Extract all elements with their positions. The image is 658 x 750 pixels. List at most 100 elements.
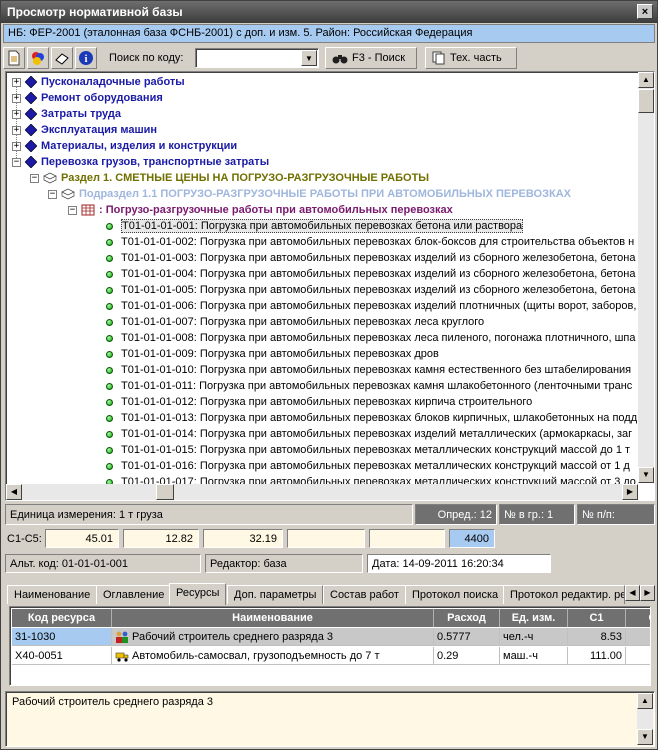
tree-horizontal-scrollbar[interactable]: ◀ ▶ [6, 484, 638, 500]
expand-icon[interactable]: + [12, 77, 21, 87]
category-diamond-icon [25, 140, 37, 152]
cell-unit[interactable]: маш.-ч [500, 647, 568, 665]
cell-text: Автомобиль-самосвал, грузоподъемность до… [132, 650, 380, 662]
cell-code[interactable]: Х40-0051 [12, 647, 112, 665]
tree-norm-item[interactable]: Т01-01-01-011: Погрузка при автомобильны… [106, 378, 632, 394]
expand-icon[interactable]: + [12, 141, 21, 151]
cell-c2[interactable] [626, 628, 650, 646]
cell-c2[interactable]: 11.60 [626, 647, 650, 665]
tree-category[interactable]: + Эксплуатация машин [12, 122, 157, 138]
info-button[interactable]: i [75, 47, 97, 69]
col-c1[interactable]: С1 [568, 609, 626, 627]
tab-left-icon[interactable]: ◀ [625, 585, 640, 601]
green-dot-icon [106, 222, 113, 230]
col-resource-name[interactable]: Наименование [112, 609, 434, 627]
tree-norm-item[interactable]: Т01-01-01-001: Погрузка при автомобильны… [106, 218, 524, 234]
tab-edit-log[interactable]: Протокол редактир. ре [503, 585, 625, 604]
tree-category[interactable]: + Пусконаладочные работы [12, 74, 185, 90]
vertical-scroll-thumb[interactable] [638, 89, 654, 113]
norm-tree[interactable]: + Пусконаладочные работы + Ремонт оборудова… [5, 71, 655, 501]
tab-search-log[interactable]: Протокол поиска [405, 585, 506, 604]
tab-resources[interactable]: Ресурсы [169, 583, 227, 605]
tree-norm-item[interactable]: Т01-01-01-016: Погрузка при автомобильны… [106, 458, 630, 474]
expand-icon[interactable]: + [12, 125, 21, 135]
collapse-icon[interactable]: − [30, 173, 39, 183]
tech-part-button[interactable]: Тех. часть [425, 47, 517, 69]
section-book-icon [43, 172, 57, 184]
tab-extra-params[interactable]: Доп. параметры [227, 585, 324, 604]
document-button[interactable] [3, 47, 25, 69]
info-icon: i [79, 51, 93, 65]
tree-norm-item[interactable]: Т01-01-01-005: Погрузка при автомобильны… [106, 282, 635, 298]
tree-vertical-scrollbar[interactable]: ▲ ▼ [638, 72, 654, 483]
chevron-down-icon[interactable]: ▼ [301, 50, 317, 66]
resource-notes[interactable]: Рабочий строитель среднего разряда 3 ▲ ▼ [5, 691, 655, 747]
tree-section[interactable]: − Раздел 1. СМЕТНЫЕ ЦЕНЫ НА ПОГРУЗО-РАЗГР… [30, 170, 429, 186]
tree-group[interactable]: −: Погрузо-разгрузочные работы при автом… [68, 202, 453, 218]
cell-c1[interactable]: 8.53 [568, 628, 626, 646]
tree-norm-item[interactable]: Т01-01-01-004: Погрузка при автомобильны… [106, 266, 635, 282]
collapse-icon[interactable]: − [68, 205, 77, 215]
notes-scroll-down-icon[interactable]: ▼ [637, 729, 653, 745]
scroll-right-icon[interactable]: ▶ [622, 484, 638, 500]
collapse-icon[interactable]: − [48, 189, 57, 199]
tab-name[interactable]: Наименование [7, 585, 98, 604]
tree-category[interactable]: − Перевозка грузов, транспортные затраты [12, 154, 269, 170]
horizontal-scroll-thumb[interactable] [156, 484, 174, 500]
norm-item-label: Т01-01-01-016: Погрузка при автомобильны… [121, 460, 630, 472]
col-consumption[interactable]: Расход [434, 609, 500, 627]
tree-norm-item[interactable]: Т01-01-01-012: Погрузка при автомобильны… [106, 394, 532, 410]
subsection-label: Подраздел 1.1 ПОГРУЗО-РАЗГРУЗОЧНЫЕ РАБОТ… [79, 188, 571, 200]
f3-search-button[interactable]: F3 - Поиск [325, 47, 417, 69]
scroll-left-icon[interactable]: ◀ [6, 484, 22, 500]
cell-qty[interactable]: 0.5777 [434, 628, 500, 646]
tree-category[interactable]: + Ремонт оборудования [12, 90, 163, 106]
cell-name[interactable]: Автомобиль-самосвал, грузоподъемность до… [112, 647, 434, 665]
tab-scroll: ◀ ▶ [625, 585, 655, 601]
norm-item-label: Т01-01-01-006: Погрузка при автомобильны… [121, 300, 637, 312]
tab-strip: Наименование Оглавление Ресурсы Доп. пар… [5, 583, 655, 605]
palette-button[interactable] [27, 47, 49, 69]
notes-scrollbar[interactable]: ▲ ▼ [637, 693, 653, 745]
resources-grid[interactable]: Код ресурса Наименование Расход Ед. изм.… [9, 606, 651, 686]
tree-norm-item[interactable]: Т01-01-01-013: Погрузка при автомобильны… [106, 410, 637, 426]
collapse-icon[interactable]: − [12, 157, 21, 167]
tab-work-composition[interactable]: Состав работ [323, 585, 406, 604]
cell-unit[interactable]: чел.-ч [500, 628, 568, 646]
tree-norm-item[interactable]: Т01-01-01-014: Погрузка при автомобильны… [106, 426, 632, 442]
category-diamond-icon [25, 156, 37, 168]
col-resource-code[interactable]: Код ресурса [12, 609, 112, 627]
expand-icon[interactable]: + [12, 93, 21, 103]
tree-norm-item[interactable]: Т01-01-01-007: Погрузка при автомобильны… [106, 314, 484, 330]
truck-icon [115, 652, 129, 662]
eraser-button[interactable] [51, 47, 73, 69]
tree-category[interactable]: + Материалы, изделия и конструкции [12, 138, 237, 154]
cell-c1[interactable]: 111.00 [568, 647, 626, 665]
notes-scroll-up-icon[interactable]: ▲ [637, 693, 653, 709]
tree-norm-item[interactable]: Т01-01-01-006: Погрузка при автомобильны… [106, 298, 636, 314]
tab-contents[interactable]: Оглавление [96, 585, 172, 604]
expand-icon[interactable]: + [12, 109, 21, 119]
green-dot-icon [106, 286, 113, 294]
tree-norm-item[interactable]: Т01-01-01-009: Погрузка при автомобильны… [106, 346, 439, 362]
tree-norm-item[interactable]: Т01-01-01-002: Погрузка при автомобильны… [106, 234, 634, 250]
cell-qty[interactable]: 0.29 [434, 647, 500, 665]
tree-category[interactable]: + Затраты труда [12, 106, 121, 122]
col-unit[interactable]: Ед. изм. [500, 609, 568, 627]
tree-norm-item[interactable]: Т01-01-01-010: Погрузка при автомобильны… [106, 362, 631, 378]
cell-code[interactable]: 31-1030 [12, 628, 112, 646]
scroll-down-icon[interactable]: ▼ [638, 467, 654, 483]
norm-item-label: Т01-01-01-011: Погрузка при автомобильны… [121, 380, 633, 392]
tree-subsection[interactable]: − Подраздел 1.1 ПОГРУЗО-РАЗГРУЗОЧНЫЕ РАБО… [48, 186, 571, 202]
scroll-up-icon[interactable]: ▲ [638, 72, 654, 88]
col-c2[interactable]: С2 [626, 609, 650, 627]
close-button[interactable]: × [637, 4, 653, 19]
tree-norm-item[interactable]: Т01-01-01-015: Погрузка при автомобильны… [106, 442, 630, 458]
tree-norm-item[interactable]: Т01-01-01-003: Погрузка при автомобильны… [106, 250, 635, 266]
tab-right-icon[interactable]: ▶ [640, 585, 655, 601]
document-icon [8, 50, 20, 66]
table-icon [81, 204, 95, 216]
tree-norm-item[interactable]: Т01-01-01-008: Погрузка при автомобильны… [106, 330, 636, 346]
cell-name[interactable]: Рабочий строитель среднего разряда 3 [112, 628, 434, 646]
search-code-combo[interactable]: ▼ [195, 48, 319, 68]
